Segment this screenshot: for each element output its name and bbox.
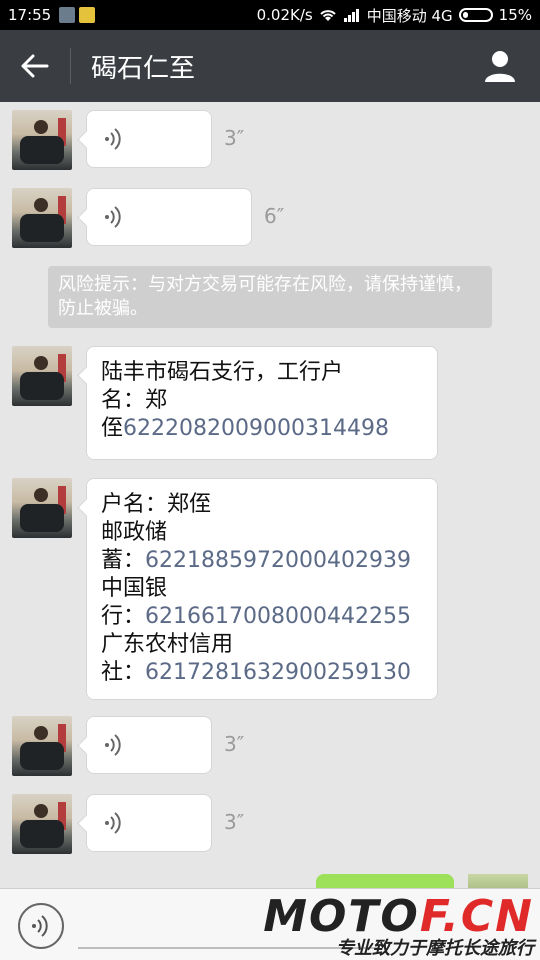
header-divider (70, 48, 71, 84)
voice-duration: 3″ (224, 126, 245, 150)
person-icon (485, 51, 515, 82)
voice-input-button[interactable] (18, 903, 64, 949)
contact-avatar[interactable] (12, 346, 72, 406)
message-line: 邮政储 (101, 520, 168, 545)
text-message[interactable]: 户名：郑侄 邮政储 蓄：6221885972000402939 中国银 行：62… (86, 478, 438, 700)
message-line: 社：6217281632900259130 (101, 659, 423, 687)
contact-avatar[interactable] (12, 478, 72, 538)
sent-message[interactable] (316, 874, 454, 888)
voice-message[interactable] (86, 716, 212, 774)
contact-avatar[interactable] (12, 110, 72, 170)
message-line: 户名：郑侄 (101, 492, 212, 517)
message-text: 蓄： (101, 548, 146, 573)
voice-wave-icon (105, 206, 121, 228)
voice-message[interactable] (86, 110, 212, 168)
message-line: 侄6222082009000314498 (101, 415, 423, 443)
message-line: 行：6216617008000442255 (101, 603, 423, 631)
account-number-link[interactable]: 6217281632900259130 (145, 660, 411, 685)
chat-title: 碣石仁至 (91, 53, 196, 84)
message-line: 中国银 (101, 576, 168, 601)
chat-area[interactable]: 3″ 6″ 风险提示：与对方交易可能存在风险，请保持谨慎，防止被骗。 陆丰市碣石… (0, 102, 540, 888)
status-bar: 17:55 0.02K/s 中国移动 4G 15% (0, 0, 540, 30)
voice-duration: 3″ (224, 810, 245, 834)
account-number-link[interactable]: 6216617008000442255 (145, 604, 411, 629)
message-text: 社： (101, 660, 146, 685)
voice-wave-icon (105, 128, 121, 150)
network-speed: 0.02K/s (256, 6, 313, 24)
watermark-brand: MOTOF.CN (263, 891, 534, 942)
qq-icon (79, 7, 96, 23)
contact-avatar[interactable] (12, 794, 72, 854)
voice-wave-icon (105, 812, 121, 834)
back-button[interactable] (0, 30, 70, 102)
voice-input-icon (32, 915, 48, 937)
contact-avatar[interactable] (12, 716, 72, 776)
chat-info-button[interactable] (460, 30, 540, 102)
battery-icon (458, 8, 493, 22)
message-line: 陆丰市碣石支行，工行户 (101, 360, 344, 385)
message-text: 侄 (101, 416, 124, 441)
battery-percent: 15% (498, 6, 532, 24)
message-line: 名：郑 (101, 388, 168, 413)
voice-duration: 6″ (264, 204, 285, 228)
signal-icon (343, 9, 359, 22)
voice-duration: 3″ (224, 732, 245, 756)
contact-avatar[interactable] (12, 188, 72, 248)
notification-icon (59, 7, 76, 23)
account-number-link[interactable]: 6221885972000402939 (145, 548, 411, 573)
message-line: 广东农村信用 (101, 632, 234, 657)
text-message[interactable]: 陆丰市碣石支行，工行户 名：郑 侄6222082009000314498 (86, 346, 438, 460)
account-number-link[interactable]: 6222082009000314498 (123, 416, 389, 441)
status-time: 17:55 (8, 6, 52, 24)
message-text: 行： (101, 604, 146, 629)
voice-message[interactable] (86, 794, 212, 852)
carrier-label: 中国移动 4G (366, 6, 453, 25)
wifi-icon (320, 10, 336, 21)
input-bar: MOTOF.CN 专业致力于摩托长途旅行 (0, 888, 540, 960)
back-arrow-icon (21, 54, 49, 78)
message-line: 蓄：6221885972000402939 (101, 547, 423, 575)
user-avatar[interactable] (468, 874, 528, 888)
voice-message[interactable] (86, 188, 252, 246)
voice-wave-icon (105, 734, 121, 756)
watermark-slogan: 专业致力于摩托长途旅行 (336, 938, 534, 959)
risk-notice: 风险提示：与对方交易可能存在风险，请保持谨慎，防止被骗。 (48, 266, 492, 328)
chat-header: 碣石仁至 (0, 30, 540, 102)
watermark-logo: MOTOF.CN 专业致力于摩托长途旅行 (263, 895, 534, 959)
